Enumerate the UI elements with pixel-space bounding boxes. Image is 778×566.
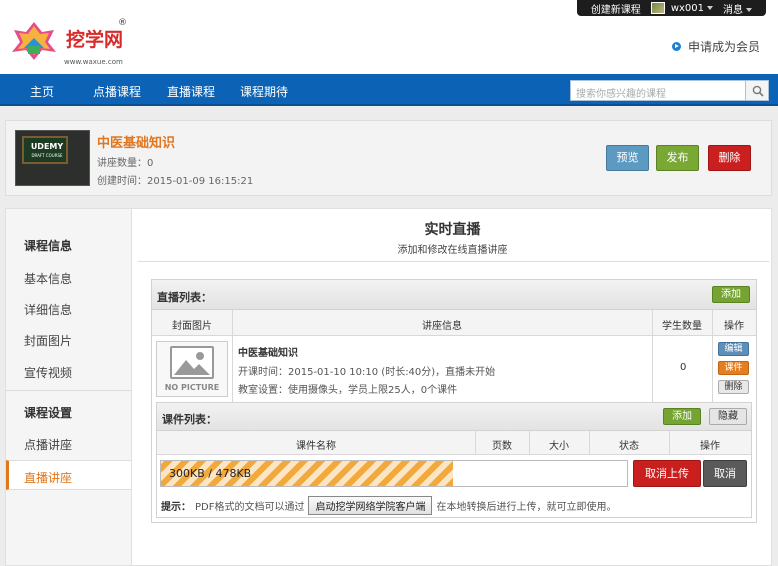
- sidebar-item-promo-video[interactable]: 宣传视频: [24, 364, 72, 381]
- column-divider: [669, 431, 670, 455]
- messages-menu[interactable]: 消息: [723, 1, 752, 16]
- student-count: 0: [680, 362, 687, 373]
- page-subtitle: 添加和修改在线直播讲座: [397, 245, 508, 256]
- divider: [138, 261, 769, 262]
- tip-text-after: 在本地转换后进行上传，就可立即使用。: [436, 502, 617, 513]
- nav-item-live[interactable]: 直播课程: [167, 83, 215, 100]
- column-header-actions: 操作: [724, 321, 744, 332]
- launch-client-button[interactable]: 启动挖学网络学院客户端: [308, 496, 433, 515]
- course-summary-card: UDEMY DRAFT COURSE 中医基础知识 讲座数量：0 创建时间：20…: [5, 120, 772, 196]
- chalkboard-image: UDEMY DRAFT COURSE: [22, 136, 68, 164]
- chevron-down-icon: [746, 7, 752, 12]
- delete-course-button[interactable]: 删除: [708, 145, 751, 171]
- preview-button[interactable]: 预览: [606, 145, 649, 171]
- sidebar-divider: [6, 390, 132, 391]
- upload-progress-bar: 300KB / 478KB: [160, 460, 628, 487]
- apply-member-label: 申请成为会员: [687, 40, 760, 54]
- search-icon: [752, 85, 764, 97]
- tip-label: 提示：: [161, 502, 191, 513]
- sidebar-item-detail-info[interactable]: 详细信息: [24, 301, 72, 318]
- hide-courseware-button[interactable]: 隐藏: [709, 408, 747, 425]
- column-header-pages: 页数: [492, 441, 512, 452]
- site-logo[interactable]: 挖学网 ® www.waxue.com: [8, 18, 127, 68]
- no-picture-placeholder: NO PICTURE: [156, 341, 228, 397]
- chevron-down-icon: [707, 6, 713, 10]
- nav-item-home[interactable]: 主页: [30, 83, 54, 100]
- sidebar-heading-info: 课程信息: [24, 239, 73, 253]
- column-header-status: 状态: [619, 441, 639, 452]
- site-header: 挖学网 ® www.waxue.com 申请成为会员: [0, 16, 778, 74]
- courseware-panel: 课件列表： 添加 隐藏 课件名称 页数 大小 状态 操作 300KB / 478…: [156, 402, 752, 518]
- nav-item-vod[interactable]: 点播课程: [93, 83, 141, 100]
- user-toolbar: 创建新课程 wx001 消息: [576, 0, 766, 16]
- sidebar-item-cover-image[interactable]: 封面图片: [24, 332, 72, 349]
- edit-lecture-button[interactable]: 编辑: [718, 342, 749, 356]
- created-time: 创建时间：2015-01-09 16:15:21: [97, 176, 254, 187]
- course-title: 中医基础知识: [97, 136, 176, 151]
- add-courseware-button[interactable]: 添加: [663, 408, 701, 425]
- upload-progress-text: 300KB / 478KB: [169, 467, 252, 480]
- sidebar-item-vod-lectures[interactable]: 点播讲座: [24, 436, 72, 453]
- search-input[interactable]: 搜索你感兴趣的课程: [570, 80, 746, 101]
- column-divider: [589, 431, 590, 455]
- thumb-subtitle: DRAFT COURSE: [31, 153, 63, 158]
- image-placeholder-icon: [170, 346, 214, 379]
- no-picture-label: NO PICTURE: [164, 383, 220, 392]
- column-header-size: 大小: [549, 441, 569, 452]
- avatar: [650, 2, 665, 14]
- main-nav: 主页 点播课程 直播课程 课程期待 搜索你感兴趣的课程: [0, 74, 778, 106]
- search-button[interactable]: [745, 80, 769, 101]
- lecture-time: 开课时间：2015-01-10 10:10 (时长:40分)，直播未开始: [238, 367, 496, 378]
- courseware-header: 课件列表： 添加 隐藏: [157, 403, 751, 431]
- sidebar-heading-settings: 课程设置: [24, 406, 73, 420]
- column-divider: [529, 431, 530, 455]
- column-header-name: 课件名称: [296, 441, 336, 452]
- nav-item-upcoming[interactable]: 课程期待: [240, 83, 288, 100]
- sidebar-item-live-lectures[interactable]: 直播讲座: [6, 460, 132, 490]
- registered-mark: ®: [118, 18, 127, 28]
- courseware-title: 课件列表：: [162, 413, 217, 426]
- column-divider: [475, 431, 476, 455]
- live-table-header: 封面图片 讲座信息 学生数量 操作: [152, 310, 756, 336]
- sidebar-item-label: 直播讲座: [24, 471, 73, 485]
- course-thumbnail: UDEMY DRAFT COURSE: [15, 130, 90, 186]
- table-row: NO PICTURE 中医基础知识 开课时间：2015-01-10 10:10 …: [152, 336, 756, 402]
- messages-label: 消息: [723, 4, 743, 16]
- play-circle-icon: [671, 42, 681, 51]
- delete-lecture-button[interactable]: 删除: [718, 380, 749, 394]
- sidebar-item-basic-info[interactable]: 基本信息: [24, 270, 72, 287]
- column-header-info: 讲座信息: [422, 321, 462, 332]
- column-header-actions: 操作: [700, 441, 720, 452]
- column-header-students: 学生数量: [662, 321, 702, 332]
- cancel-upload-button[interactable]: 取消上传: [633, 460, 701, 487]
- sidebar: 课程信息 基本信息 详细信息 封面图片 宣传视频 课程设置 点播讲座 直播讲座: [5, 208, 132, 566]
- main-content: 实时直播 添加和修改在线直播讲座 直播列表： 添加 封面图片 讲座信息 学生数量…: [131, 208, 772, 566]
- logo-url: www.waxue.com: [64, 58, 123, 66]
- user-menu[interactable]: wx001: [650, 2, 713, 14]
- column-header-cover: 封面图片: [172, 321, 212, 332]
- upload-tip: 提示： PDF格式的文档可以通过 启动挖学网络学院客户端 在本地转换后进行上传，…: [161, 496, 616, 515]
- logo-icon: [12, 22, 56, 60]
- lecture-room-settings: 教室设置：使用摄像头，学员上限25人，0个课件: [238, 385, 458, 396]
- live-list-header: 直播列表： 添加: [152, 280, 756, 310]
- apply-member-link[interactable]: 申请成为会员: [671, 38, 760, 55]
- courseware-table-header: 课件名称 页数 大小 状态 操作: [157, 431, 751, 455]
- top-bar: 创建新课程 wx001 消息: [0, 0, 778, 16]
- add-live-button[interactable]: 添加: [712, 286, 750, 303]
- logo-text: 挖学网: [66, 29, 124, 51]
- live-list-title: 直播列表：: [157, 291, 212, 304]
- tip-text-before: PDF格式的文档可以通过: [195, 502, 305, 513]
- page-title: 实时直播: [424, 222, 481, 238]
- publish-button[interactable]: 发布: [656, 145, 699, 171]
- courseware-button[interactable]: 课件: [718, 361, 749, 375]
- live-list-panel: 直播列表： 添加 封面图片 讲座信息 学生数量 操作 NO PICTURE 中医…: [151, 279, 757, 523]
- thumb-title: UDEMY: [30, 142, 64, 151]
- lecture-title: 中医基础知识: [238, 348, 298, 359]
- lecture-count: 讲座数量：0: [97, 158, 154, 169]
- username: wx001: [670, 2, 704, 14]
- create-course-link[interactable]: 创建新课程: [591, 1, 641, 16]
- cancel-button[interactable]: 取消: [703, 460, 747, 487]
